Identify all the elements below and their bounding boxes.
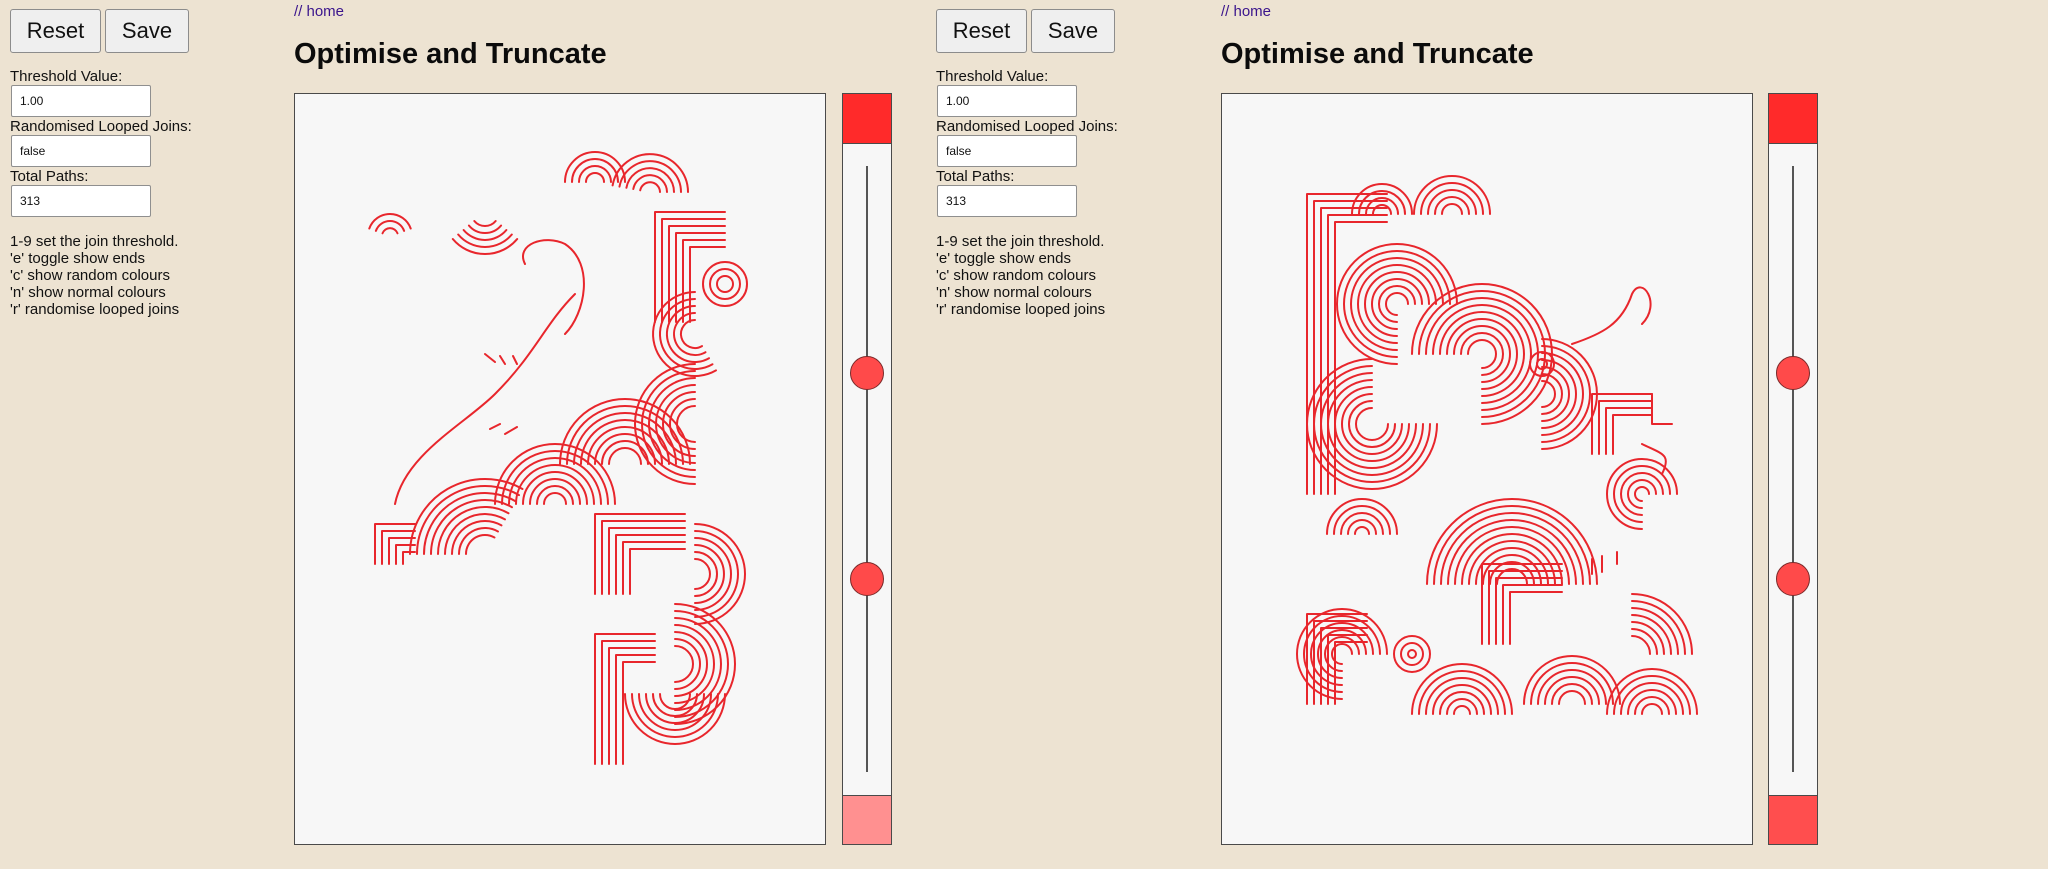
- keyboard-help: 1-9 set the join threshold. 'e' toggle s…: [936, 233, 1196, 318]
- threshold-label: Threshold Value:: [936, 68, 1049, 85]
- reset-button[interactable]: Reset: [936, 9, 1027, 53]
- page-title: Optimise and Truncate: [1221, 38, 1534, 70]
- threshold-input[interactable]: [11, 85, 151, 117]
- scroll-knob[interactable]: [850, 562, 884, 597]
- threshold-input[interactable]: [937, 85, 1077, 117]
- left-pane: Reset Save Threshold Value: Randomised L…: [0, 0, 926, 869]
- scroll-knob[interactable]: [1776, 356, 1810, 391]
- scroll-down-button[interactable]: [1769, 795, 1817, 844]
- scroll-up-button[interactable]: [1769, 94, 1817, 144]
- looped-joins-label: Randomised Looped Joins:: [936, 118, 1118, 135]
- toolbar: Reset Save: [936, 9, 1115, 53]
- help-line: 1-9 set the join threshold.: [936, 233, 1105, 250]
- home-link[interactable]: // home: [294, 3, 344, 20]
- scroll-track[interactable]: [866, 166, 868, 772]
- help-line: 'n' show normal colours: [10, 284, 166, 301]
- home-link[interactable]: // home: [1221, 3, 1271, 20]
- help-line: 'n' show normal colours: [936, 284, 1092, 301]
- total-paths-label: Total Paths:: [936, 168, 1015, 185]
- help-line: 'r' randomise looped joins: [10, 301, 180, 318]
- total-paths-label: Total Paths:: [10, 168, 89, 185]
- help-line: 'c' show random colours: [10, 267, 170, 284]
- line-art: [368, 151, 748, 765]
- line-art: [1296, 175, 1698, 715]
- help-line: 'c' show random colours: [936, 267, 1096, 284]
- scroll-track[interactable]: [1792, 166, 1794, 772]
- drawing-canvas[interactable]: [1221, 93, 1753, 845]
- scroll-knob[interactable]: [1776, 562, 1810, 597]
- toolbar: Reset Save: [10, 9, 189, 53]
- save-button[interactable]: Save: [1031, 9, 1115, 53]
- save-button[interactable]: Save: [105, 9, 189, 53]
- total-paths-input[interactable]: [11, 185, 151, 217]
- scroll-knob[interactable]: [850, 356, 884, 391]
- reset-button[interactable]: Reset: [10, 9, 101, 53]
- scroll-down-button[interactable]: [843, 795, 891, 844]
- help-line: 'r' randomise looped joins: [936, 301, 1106, 318]
- looped-joins-input[interactable]: [11, 135, 151, 167]
- scroll-up-button[interactable]: [843, 94, 891, 144]
- drawing-canvas[interactable]: [294, 93, 826, 845]
- keyboard-help: 1-9 set the join threshold. 'e' toggle s…: [10, 233, 270, 318]
- help-line: 'e' toggle show ends: [936, 250, 1071, 267]
- threshold-label: Threshold Value:: [10, 68, 123, 85]
- looped-joins-label: Randomised Looped Joins:: [10, 118, 192, 135]
- help-line: 'e' toggle show ends: [10, 250, 145, 267]
- controls-panel: Threshold Value: Randomised Looped Joins…: [936, 68, 1196, 318]
- vertical-scrollbar[interactable]: [842, 93, 892, 845]
- total-paths-input[interactable]: [937, 185, 1077, 217]
- vertical-scrollbar[interactable]: [1768, 93, 1818, 845]
- controls-panel: Threshold Value: Randomised Looped Joins…: [10, 68, 270, 318]
- looped-joins-input[interactable]: [937, 135, 1077, 167]
- page-title: Optimise and Truncate: [294, 38, 607, 70]
- help-line: 1-9 set the join threshold.: [10, 233, 179, 250]
- right-pane: Reset Save Threshold Value: Randomised L…: [926, 0, 2048, 869]
